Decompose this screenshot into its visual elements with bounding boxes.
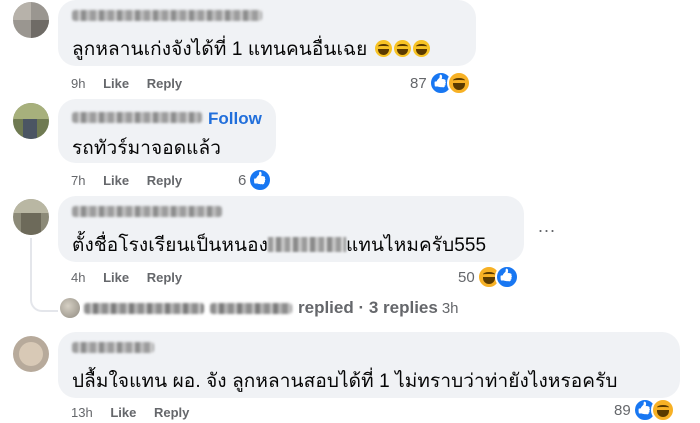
avatar[interactable] — [13, 199, 49, 235]
comment-bubble: ตั้งชื่อโรงเรียนเป็นหนอง แทนไหมครับ555 — [58, 196, 524, 262]
replies-summary[interactable]: replied · 3 replies — [298, 298, 438, 318]
view-replies-link[interactable]: replied · 3 replies 3h — [60, 298, 459, 318]
follow-button[interactable]: Follow — [208, 109, 262, 129]
reaction-count: 89 — [614, 401, 631, 419]
reply-author-redacted — [84, 302, 204, 314]
author-name-redacted[interactable] — [72, 342, 154, 353]
reactions-summary[interactable]: 50 — [458, 265, 519, 289]
like-reaction-icon — [494, 265, 519, 289]
like-reaction-icon — [248, 168, 273, 192]
comment-text: รถทัวร์มาจอดแล้ว — [72, 138, 222, 159]
comment-actions: 7h Like Reply — [71, 173, 196, 188]
reaction-count: 50 — [458, 268, 475, 286]
like-button[interactable]: Like — [103, 173, 129, 188]
redacted-text — [267, 237, 346, 252]
reply-button[interactable]: Reply — [147, 173, 182, 188]
reply-button[interactable]: Reply — [154, 405, 189, 420]
timestamp[interactable]: 7h — [71, 173, 85, 188]
like-button[interactable]: Like — [103, 270, 129, 285]
reply-author-redacted — [210, 302, 292, 314]
reply-button[interactable]: Reply — [147, 270, 182, 285]
reactions-summary[interactable]: 89 — [614, 398, 675, 422]
like-button[interactable]: Like — [103, 76, 129, 91]
comment-text: ลูกหลานเก่งจังได้ที่ 1 แทนคนอื่นเฉย — [72, 34, 430, 64]
comment-bubble: ปลื้มใจแทน ผอ. จัง ลูกหลานสอบได้ที่ 1 ไม… — [58, 332, 680, 398]
author-name-redacted[interactable] — [72, 206, 222, 217]
reactions-summary[interactable]: 87 — [410, 71, 471, 95]
laughing-emoji-icon — [412, 40, 430, 57]
replies-time: 3h — [441, 299, 459, 317]
comment-text: ตั้งชื่อโรงเรียนเป็นหนอง แทนไหมครับ555 — [72, 235, 487, 256]
reactions-summary[interactable]: 6 — [238, 168, 273, 192]
like-button[interactable]: Like — [110, 405, 136, 420]
comment-actions: 13h Like Reply — [71, 405, 203, 420]
timestamp[interactable]: 4h — [71, 270, 85, 285]
avatar[interactable] — [13, 2, 49, 38]
reaction-count: 87 — [410, 74, 427, 92]
reaction-count: 6 — [238, 171, 247, 189]
timestamp[interactable]: 9h — [71, 76, 85, 91]
author-name-redacted[interactable] — [72, 10, 262, 21]
thread-connector — [30, 238, 58, 312]
more-options-button[interactable]: ... — [538, 216, 556, 237]
haha-reaction-icon — [650, 398, 675, 422]
avatar[interactable] — [13, 336, 49, 372]
comment-text: ปลื้มใจแทน ผอ. จัง ลูกหลานสอบได้ที่ 1 ไม… — [72, 371, 618, 392]
comment-bubble: ลูกหลานเก่งจังได้ที่ 1 แทนคนอื่นเฉย — [58, 0, 476, 66]
comment-actions: 9h Like Reply — [71, 76, 196, 91]
reply-avatar — [60, 298, 80, 318]
comment-actions: 4h Like Reply — [71, 270, 196, 285]
comment-bubble: Follow รถทัวร์มาจอดแล้ว — [58, 99, 276, 163]
haha-reaction-icon — [446, 71, 471, 95]
laughing-emoji-icon — [374, 40, 392, 57]
author-name-redacted[interactable] — [72, 112, 202, 123]
laughing-emoji-icon — [393, 40, 411, 57]
reply-button[interactable]: Reply — [147, 76, 182, 91]
timestamp[interactable]: 13h — [71, 405, 93, 420]
avatar[interactable] — [13, 103, 49, 139]
